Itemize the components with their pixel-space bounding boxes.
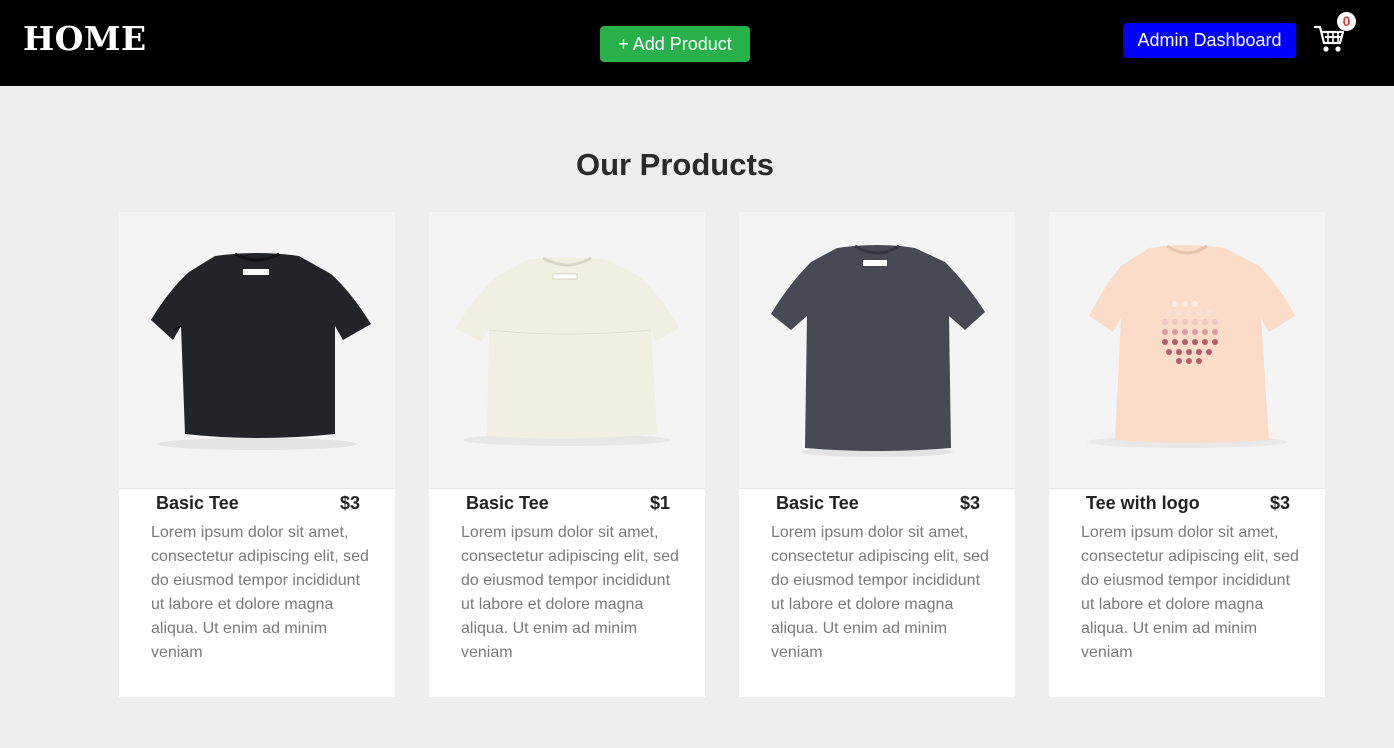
product-image — [1049, 212, 1325, 489]
product-price: $3 — [1269, 493, 1290, 513]
product-card[interactable]: Tee with logo $3 Lorem ipsum dolor sit a… — [1049, 212, 1325, 697]
product-image — [429, 212, 705, 489]
off-white-tshirt-image — [455, 256, 679, 446]
product-card[interactable]: Basic Tee $3 Lorem ipsum dolor sit amet,… — [739, 212, 1015, 697]
product-price: $3 — [339, 493, 360, 513]
product-card[interactable]: Basic Tee $3 Lorem ipsum dolor sit amet,… — [119, 212, 395, 697]
product-description: Lorem ipsum dolor sit amet, consectetur … — [151, 524, 369, 661]
charcoal-tshirt-image — [771, 244, 985, 457]
product-name: Basic Tee — [156, 493, 239, 513]
product-name: Tee with logo — [1086, 493, 1200, 513]
product-card[interactable]: Basic Tee $1 Lorem ipsum dolor sit amet,… — [429, 212, 705, 697]
cart-count-badge: 0 — [1337, 12, 1356, 31]
admin-dashboard-button[interactable]: Admin Dashboard — [1123, 23, 1296, 58]
page-title: Our Products — [575, 147, 775, 182]
product-description: Lorem ipsum dolor sit amet, consectetur … — [461, 524, 679, 661]
product-name: Basic Tee — [466, 493, 549, 513]
product-image — [119, 212, 395, 489]
product-price: $1 — [649, 493, 670, 513]
home-link[interactable]: HOME — [23, 19, 147, 59]
product-description: Lorem ipsum dolor sit amet, consectetur … — [771, 524, 989, 661]
product-name: Basic Tee — [776, 493, 859, 513]
add-product-button[interactable]: + Add Product — [600, 26, 750, 62]
black-tshirt-image — [151, 252, 371, 450]
product-description: Lorem ipsum dolor sit amet, consectetur … — [1081, 524, 1299, 661]
product-image — [739, 212, 1015, 489]
cart-button[interactable]: 0 — [1314, 12, 1356, 60]
top-navbar: HOME + Add Product Admin Dashboard 0 — [0, 0, 1394, 86]
peach-logo-tshirt-image — [1087, 244, 1295, 448]
product-price: $3 — [959, 493, 980, 513]
